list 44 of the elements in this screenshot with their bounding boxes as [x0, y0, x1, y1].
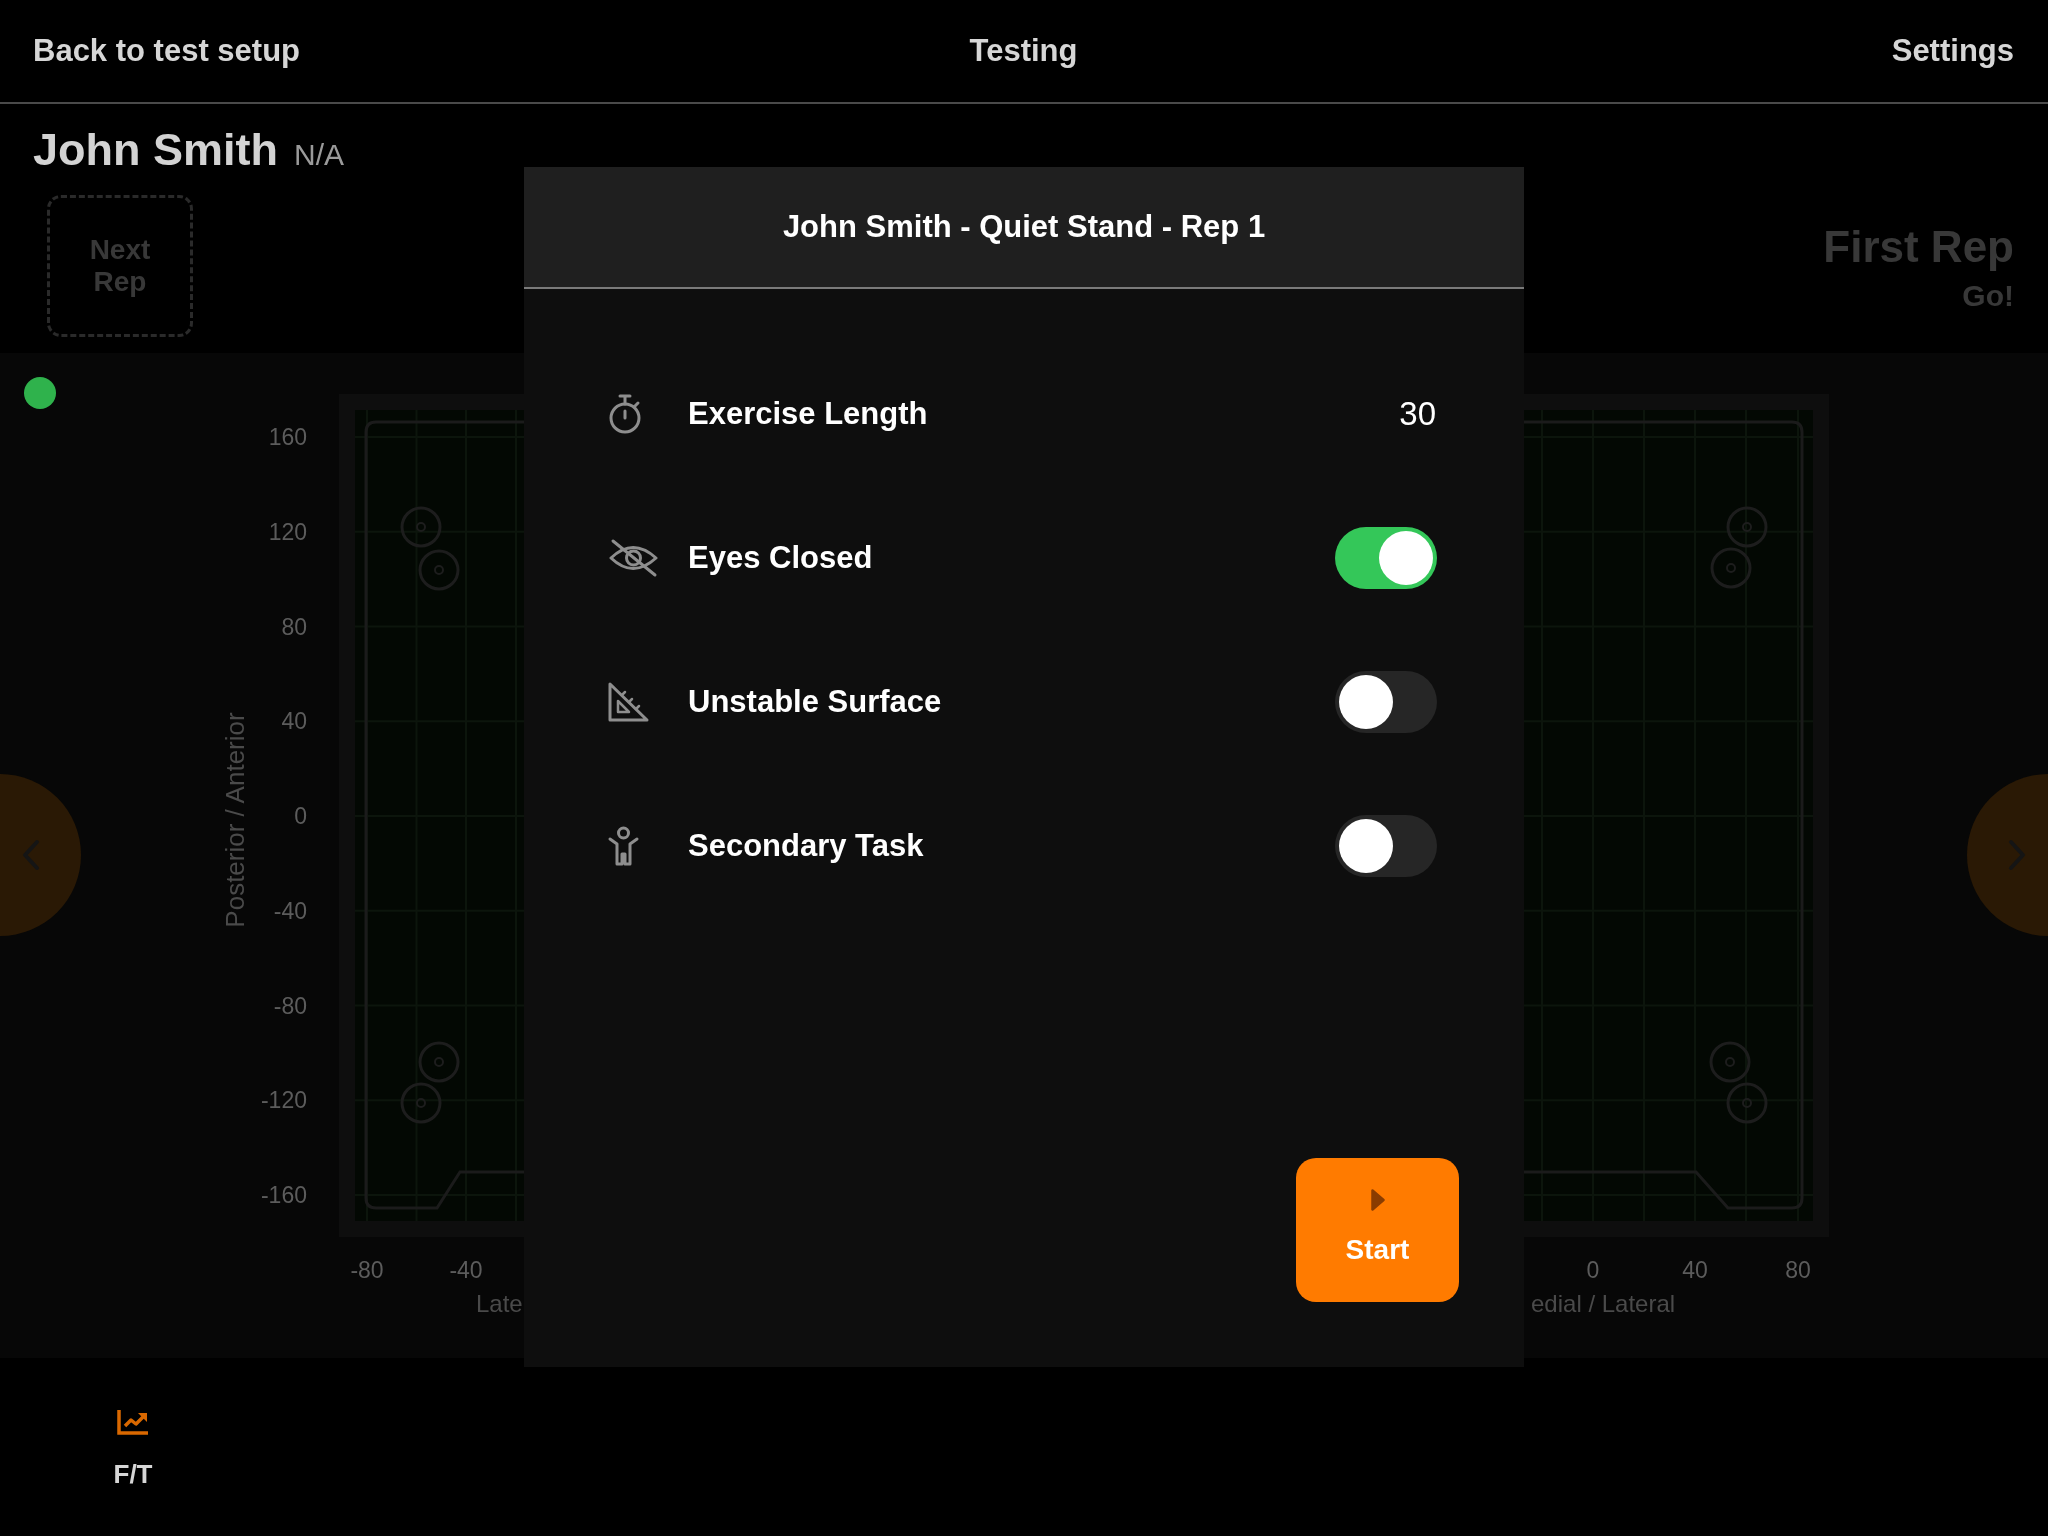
dialog-title: John Smith - Quiet Stand - Rep 1	[782, 207, 1266, 246]
back-link[interactable]: Back to test setup	[33, 27, 300, 75]
ring-marker-icon	[418, 549, 460, 591]
rep-status-title: First Rep	[1823, 223, 2014, 272]
axis-tick-label: -160	[260, 1182, 307, 1208]
axis-tick-label: 0	[294, 803, 307, 829]
ring-marker-icon	[1726, 1082, 1768, 1124]
ring-marker-icon	[400, 1082, 442, 1124]
axis-tick-label: 120	[268, 518, 307, 545]
ring-marker-icon	[1709, 1041, 1751, 1083]
settings-link[interactable]: Settings	[1891, 27, 2014, 75]
axis-tick-label: -120	[260, 1087, 307, 1114]
axis-tick-label: -40	[449, 1257, 483, 1283]
subject-name: John Smith	[33, 124, 278, 175]
axis-tick-label: 40	[281, 708, 307, 735]
axis-tick-label: -80	[350, 1257, 384, 1283]
axis-tick-label: 80	[281, 613, 307, 640]
axis-tick-label: 160	[268, 424, 307, 450]
axis-tick-label: -80	[273, 992, 307, 1019]
option-label: Secondary Task	[688, 826, 924, 865]
eye-slash-icon	[608, 538, 659, 578]
axis-title: Posterior / Anterior	[220, 712, 250, 928]
option-value: 30	[1399, 394, 1436, 435]
option-label: Unstable Surface	[688, 682, 942, 721]
rep-status-subtitle: Go!	[1962, 279, 2014, 313]
subject-id: N/A	[294, 137, 344, 171]
trend-chart-icon	[117, 1409, 149, 1435]
stopwatch-icon	[608, 394, 642, 434]
ring-marker-icon	[400, 506, 442, 548]
axis-tick-label: 40	[1682, 1257, 1708, 1283]
axis-tick-label: 0	[1586, 1257, 1600, 1283]
play-icon	[1370, 1189, 1385, 1211]
page-title: Testing	[969, 31, 1078, 70]
axis-tick-label: -40	[273, 897, 307, 924]
ring-marker-icon	[1710, 547, 1752, 589]
option-label: Exercise Length	[688, 394, 928, 433]
ring-marker-icon	[418, 1041, 460, 1083]
option-label: Eyes Closed	[688, 538, 873, 577]
person-icon	[608, 826, 639, 866]
ring-marker-icon	[1726, 506, 1768, 548]
axis-tick-label: 80	[1785, 1257, 1811, 1283]
tab-button[interactable]: F/T	[73, 1367, 193, 1495]
axis-title: edial / Lateral	[1531, 1289, 1676, 1317]
axis-title: Late	[476, 1289, 523, 1317]
